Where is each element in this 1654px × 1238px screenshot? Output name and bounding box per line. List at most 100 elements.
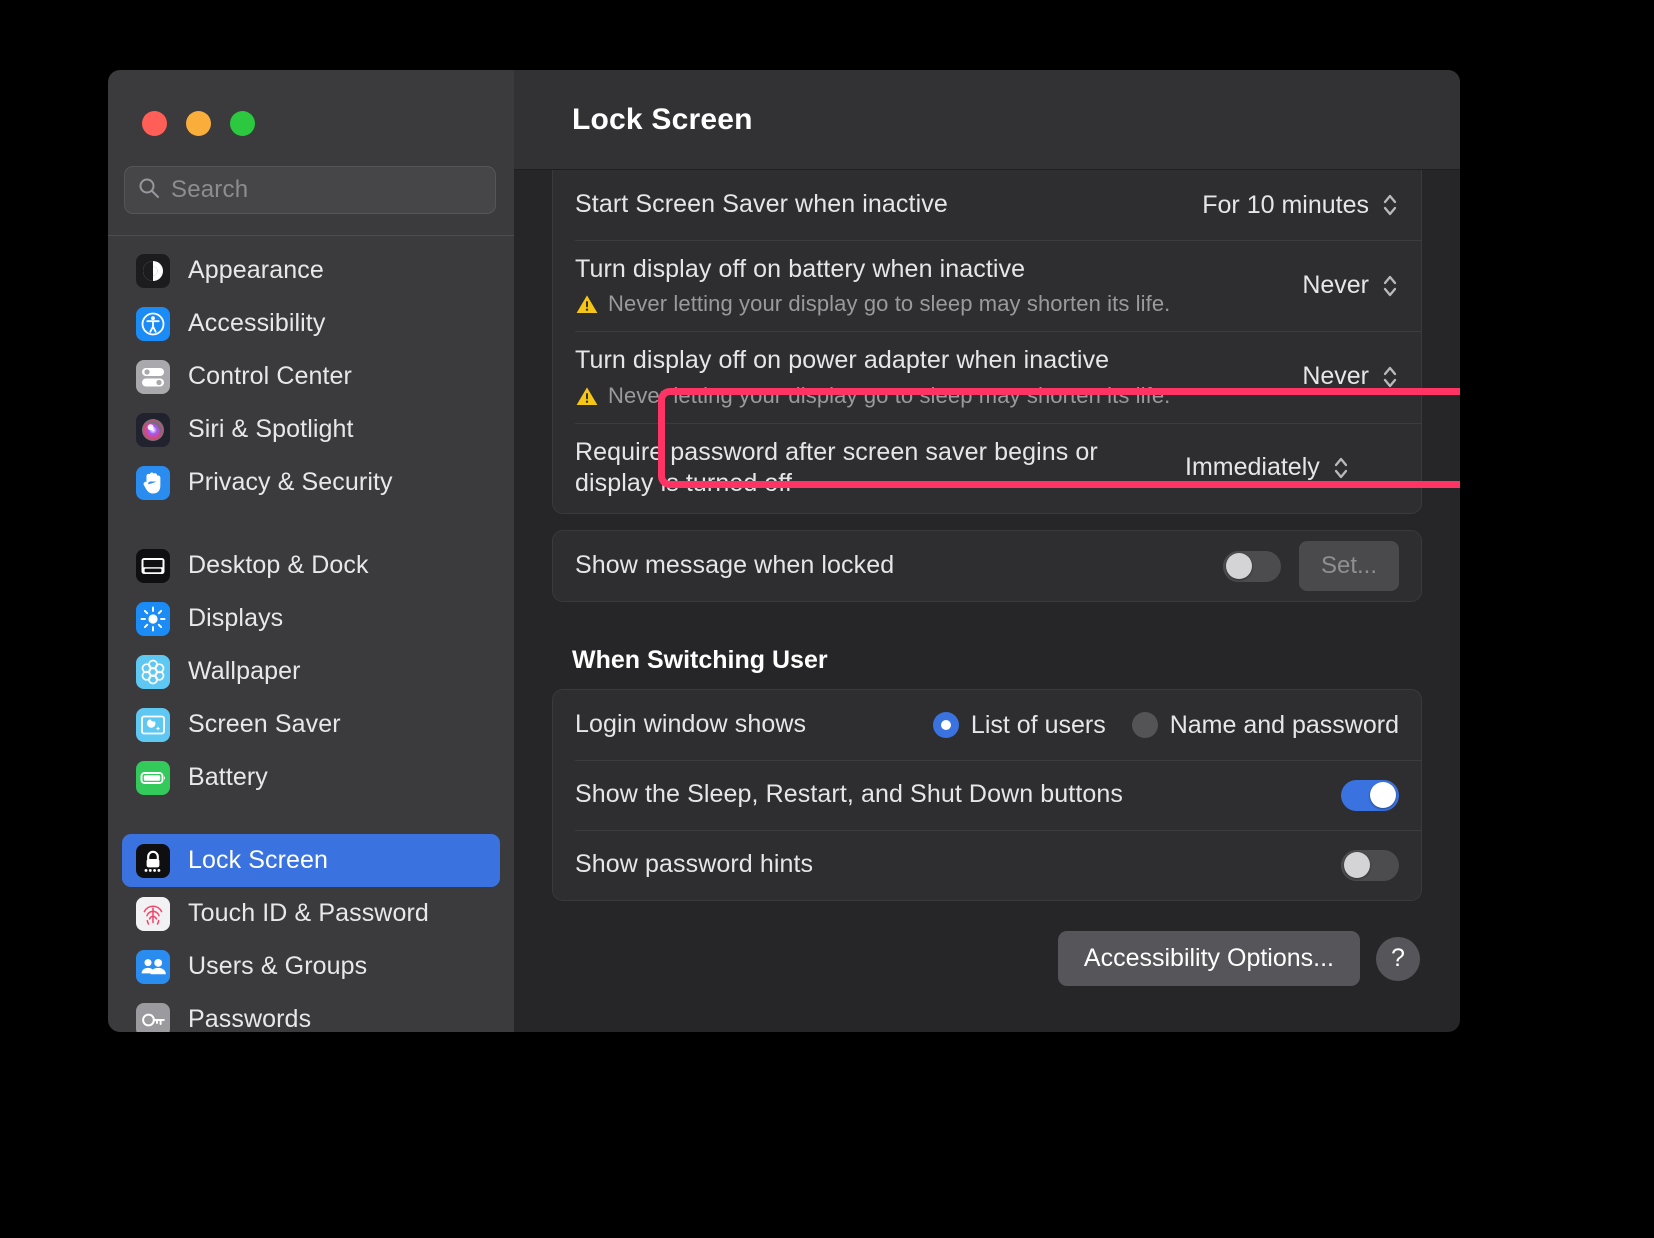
row-show-message-when-locked[interactable]: Show message when locked Set... [553,531,1421,601]
appearance-icon [136,253,170,288]
sidebar-item-label: Passwords [188,1005,312,1032]
warning-icon [575,385,599,407]
sidebar-item-label: Screen Saver [188,710,341,738]
toggle-knob [1370,782,1396,808]
row-label: Start Screen Saver when inactive [575,190,948,219]
radio-label: List of users [970,710,1106,739]
displays-icon [136,601,170,636]
sidebar-item-privacy-security[interactable]: Privacy & Security [122,456,500,509]
screen-saver-settings-group: Start Screen Saver when inactive For 10 … [552,170,1422,514]
sleep-restart-shutdown-toggle[interactable] [1341,779,1399,811]
row-display-off-power-adapter[interactable]: Turn display off on power adapter when i… [553,331,1421,422]
row-label: Show message when locked [575,551,895,580]
help-button[interactable]: ? [1376,936,1420,981]
show-message-group: Show message when locked Set... [552,530,1422,602]
row-warning: Never letting your display go to sleep m… [575,291,1292,317]
set-message-button[interactable]: Set... [1298,541,1399,591]
sidebar-item-label: Control Center [188,362,352,390]
sidebar-group-separator [122,804,500,834]
sidebar-item-label: Users & Groups [188,952,368,980]
switching-user-group: Login window shows List of users Name an… [552,689,1422,901]
search-field[interactable]: Search [124,166,496,214]
display-off-power-adapter-popup[interactable]: Never [1292,362,1399,391]
sidebar: Search Appearance Accessibility Control … [108,70,514,1032]
row-warning: Never letting your display go to sleep m… [575,383,1292,409]
start-screen-saver-popup[interactable]: For 10 minutes [1192,191,1399,220]
desktop-dock-icon [136,548,170,583]
battery-icon [136,760,170,795]
row-label: Show the Sleep, Restart, and Shut Down b… [575,780,1123,809]
radio-option-list-of-users[interactable]: List of users [932,710,1106,740]
minimize-button[interactable] [186,111,211,136]
screen-saver-icon [136,707,170,742]
sidebar-item-screen-saver[interactable]: Screen Saver [122,698,500,751]
passwords-icon [136,1002,170,1032]
search-icon [137,176,161,205]
system-settings-window: Search Appearance Accessibility Control … [108,70,1460,1032]
radio-button[interactable] [932,712,959,738]
section-heading-when-switching-user: When Switching User [572,646,828,674]
row-label: Turn display off on battery when inactiv… [575,255,1026,283]
radio-option-name-and-password[interactable]: Name and password [1131,710,1399,740]
search-container: Search [108,136,514,214]
sidebar-item-displays[interactable]: Displays [122,592,500,645]
sidebar-item-label: Desktop & Dock [188,551,369,579]
sidebar-item-siri-spotlight[interactable]: Siri & Spotlight [122,403,500,456]
sidebar-item-users-groups[interactable]: Users & Groups [122,940,500,993]
sidebar-item-wallpaper[interactable]: Wallpaper [122,645,500,698]
sidebar-item-label: Privacy & Security [188,468,393,496]
display-off-battery-popup[interactable]: Never [1292,271,1399,300]
popup-value: Immediately [1185,453,1320,482]
row-show-password-hints[interactable]: Show password hints [553,830,1421,900]
sidebar-item-label: Accessibility [188,309,326,337]
wallpaper-icon [136,654,170,689]
sidebar-item-label: Displays [188,604,284,632]
sidebar-item-accessibility[interactable]: Accessibility [122,297,500,350]
siri-icon [136,412,170,447]
chevron-updown-icon [1381,191,1399,219]
sidebar-item-control-center[interactable]: Control Center [122,350,500,403]
accessibility-options-button[interactable]: Accessibility Options... [1057,931,1360,986]
zoom-button[interactable] [230,111,255,136]
sidebar-item-label: Siri & Spotlight [188,415,354,443]
page-title: Lock Screen [572,102,753,136]
radio-label: Name and password [1169,710,1399,739]
settings-content: Start Screen Saver when inactive For 10 … [514,170,1460,1032]
search-placeholder: Search [171,176,249,203]
row-sleep-restart-shutdown-buttons[interactable]: Show the Sleep, Restart, and Shut Down b… [553,760,1421,830]
sidebar-item-desktop-dock[interactable]: Desktop & Dock [122,539,500,592]
sidebar-item-touch-id-password[interactable]: Touch ID & Password [122,887,500,940]
users-groups-icon [136,949,170,984]
row-login-window-shows: Login window shows List of users Name an… [553,690,1421,760]
popup-value: Never [1302,271,1369,300]
radio-button[interactable] [1131,712,1158,738]
row-warning-text: Never letting your display go to sleep m… [608,291,1171,317]
main-panel: Lock Screen Start Screen Saver when inac… [514,70,1460,1032]
require-password-popup[interactable]: Immediately [1175,453,1350,482]
row-label: Require password after screen saver begi… [575,437,1098,497]
sidebar-item-battery[interactable]: Battery [122,751,500,804]
privacy-icon [136,465,170,500]
sidebar-item-label: Touch ID & Password [188,899,429,927]
row-display-off-battery[interactable]: Turn display off on battery when inactiv… [553,240,1421,331]
sidebar-item-label: Battery [188,763,268,791]
sidebar-group-separator [122,509,500,539]
touch-id-icon [136,896,170,931]
row-require-password[interactable]: Require password after screen saver begi… [553,422,1421,514]
sidebar-nav: Appearance Accessibility Control Center [108,236,514,1032]
password-hints-toggle[interactable] [1341,849,1399,881]
row-label: Login window shows [575,710,807,739]
sidebar-item-lock-screen[interactable]: Lock Screen [122,834,500,887]
accessibility-icon [136,306,170,341]
sidebar-item-appearance[interactable]: Appearance [122,244,500,297]
row-label: Show password hints [575,850,814,879]
toggle-knob [1225,553,1252,579]
row-start-screen-saver[interactable]: Start Screen Saver when inactive For 10 … [553,170,1421,240]
sidebar-item-passwords[interactable]: Passwords [122,993,500,1032]
popup-value: Never [1302,362,1369,391]
show-message-toggle[interactable] [1222,550,1281,582]
main-titlebar: Lock Screen [514,70,1460,170]
close-button[interactable] [142,111,167,136]
login-window-radio-group: List of users Name and password [932,710,1399,740]
lock-screen-icon [136,843,170,878]
